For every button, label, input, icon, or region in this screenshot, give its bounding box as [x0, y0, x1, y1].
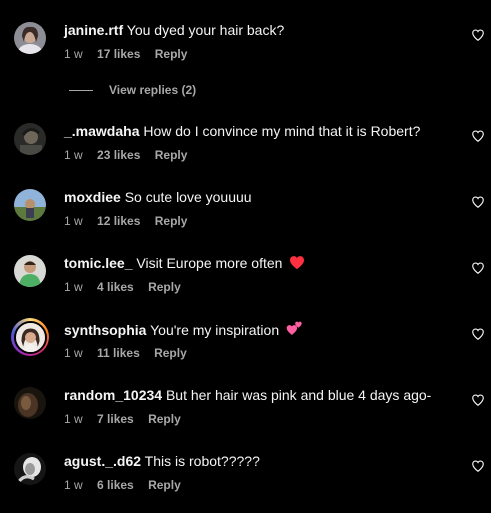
- view-replies-button[interactable]: View replies (2): [69, 82, 196, 98]
- reply-button[interactable]: Reply: [148, 279, 181, 295]
- comment-time: 1 w: [64, 478, 83, 492]
- reply-button[interactable]: Reply: [148, 477, 181, 493]
- avatar[interactable]: [14, 255, 46, 287]
- comment-meta: 1 w 7 likes Reply: [64, 411, 192, 427]
- avatar[interactable]: [14, 453, 46, 485]
- comment-text: This is robot?????: [144, 453, 260, 469]
- comment-meta: 1 w 12 likes Reply: [64, 213, 198, 229]
- comment-item: synthsophia You're my inspiration 1 w 11…: [0, 318, 491, 381]
- avatar[interactable]: [14, 387, 46, 419]
- comment-text: You're my inspiration: [150, 322, 280, 338]
- heart-outline-icon[interactable]: [471, 261, 485, 275]
- comment-likes[interactable]: 7 likes: [97, 411, 134, 427]
- comment-text: Visit Europe more often: [136, 255, 283, 271]
- comment-meta: 1 w 6 likes Reply: [64, 477, 192, 493]
- reply-button[interactable]: Reply: [148, 411, 181, 427]
- comment-item: tomic.lee_ Visit Europe more often 1 w 4…: [0, 255, 491, 315]
- comment-likes[interactable]: 23 likes: [97, 147, 140, 163]
- comment-text: So cute love youuuu: [124, 189, 252, 205]
- avatar-story-ring[interactable]: [11, 318, 49, 356]
- heart-outline-icon[interactable]: [471, 459, 485, 473]
- comment-username[interactable]: moxdiee: [64, 189, 121, 205]
- comment-likes[interactable]: 12 likes: [97, 213, 140, 229]
- avatar[interactable]: [14, 189, 46, 221]
- heart-outline-icon[interactable]: [471, 393, 485, 407]
- heart-outline-icon[interactable]: [471, 327, 485, 341]
- comment-username[interactable]: synthsophia: [64, 322, 146, 338]
- comment-likes[interactable]: 17 likes: [97, 46, 140, 62]
- heart-outline-icon[interactable]: [471, 129, 485, 143]
- comment-username[interactable]: agust._.d62: [64, 453, 141, 469]
- avatar: [13, 320, 47, 354]
- comment-meta: 1 w 23 likes Reply: [64, 147, 198, 163]
- comment-time: 1 w: [64, 412, 83, 426]
- comment-time: 1 w: [64, 47, 83, 61]
- avatar[interactable]: [14, 22, 46, 54]
- comment-item: agust._.d62 This is robot????? 1 w 6 lik…: [0, 453, 491, 513]
- comment-text-line: agust._.d62 This is robot?????: [64, 453, 444, 470]
- comment-text-line: synthsophia You're my inspiration: [64, 321, 444, 341]
- comment-text-line: tomic.lee_ Visit Europe more often: [64, 255, 444, 274]
- heart-outline-icon[interactable]: [471, 195, 485, 209]
- comment-likes[interactable]: 6 likes: [97, 477, 134, 493]
- heart-outline-icon[interactable]: [471, 28, 485, 42]
- comment-meta: 1 w 4 likes Reply: [64, 279, 192, 295]
- comment-likes[interactable]: 4 likes: [97, 279, 134, 295]
- comment-time: 1 w: [64, 148, 83, 162]
- comment-time: 1 w: [64, 346, 83, 360]
- comment-item: moxdiee So cute love youuuu 1 w 12 likes…: [0, 189, 491, 249]
- comment-text: You dyed your hair back?: [126, 22, 285, 38]
- comment-text-line: _.mawdaha How do I convince my mind that…: [64, 123, 444, 140]
- two-hearts-emoji-icon: [286, 321, 303, 341]
- reply-button[interactable]: Reply: [155, 213, 188, 229]
- red-heart-emoji-icon: [289, 255, 305, 274]
- comment-text-line: janine.rtf You dyed your hair back?: [64, 22, 444, 39]
- comment-username[interactable]: tomic.lee_: [64, 255, 132, 271]
- comment-username[interactable]: _.mawdaha: [64, 123, 139, 139]
- comment-text-line: moxdiee So cute love youuuu: [64, 189, 444, 206]
- comment-item: _.mawdaha How do I convince my mind that…: [0, 123, 491, 183]
- comment-item: random_10234 But her hair was pink and b…: [0, 387, 491, 447]
- comment-time: 1 w: [64, 214, 83, 228]
- comment-likes[interactable]: 11 likes: [97, 345, 140, 361]
- comment-username[interactable]: random_10234: [64, 387, 162, 403]
- view-replies-label: View replies (2): [109, 83, 197, 97]
- comment-text: But her hair was pink and blue 4 days ag…: [165, 387, 432, 403]
- reply-button[interactable]: Reply: [155, 46, 188, 62]
- comment-meta: 1 w 17 likes Reply: [64, 46, 198, 62]
- avatar[interactable]: [14, 123, 46, 155]
- comment-item: janine.rtf You dyed your hair back? 1 w …: [0, 22, 491, 82]
- comment-username[interactable]: janine.rtf: [64, 22, 123, 38]
- comment-text-line: random_10234 But her hair was pink and b…: [64, 387, 444, 404]
- comment-meta: 1 w 11 likes Reply: [64, 345, 198, 361]
- comment-time: 1 w: [64, 280, 83, 294]
- reply-button[interactable]: Reply: [155, 147, 188, 163]
- view-replies-divider: [69, 89, 93, 91]
- reply-button[interactable]: Reply: [154, 345, 187, 361]
- comment-text: How do I convince my mind that it is Rob…: [143, 123, 421, 139]
